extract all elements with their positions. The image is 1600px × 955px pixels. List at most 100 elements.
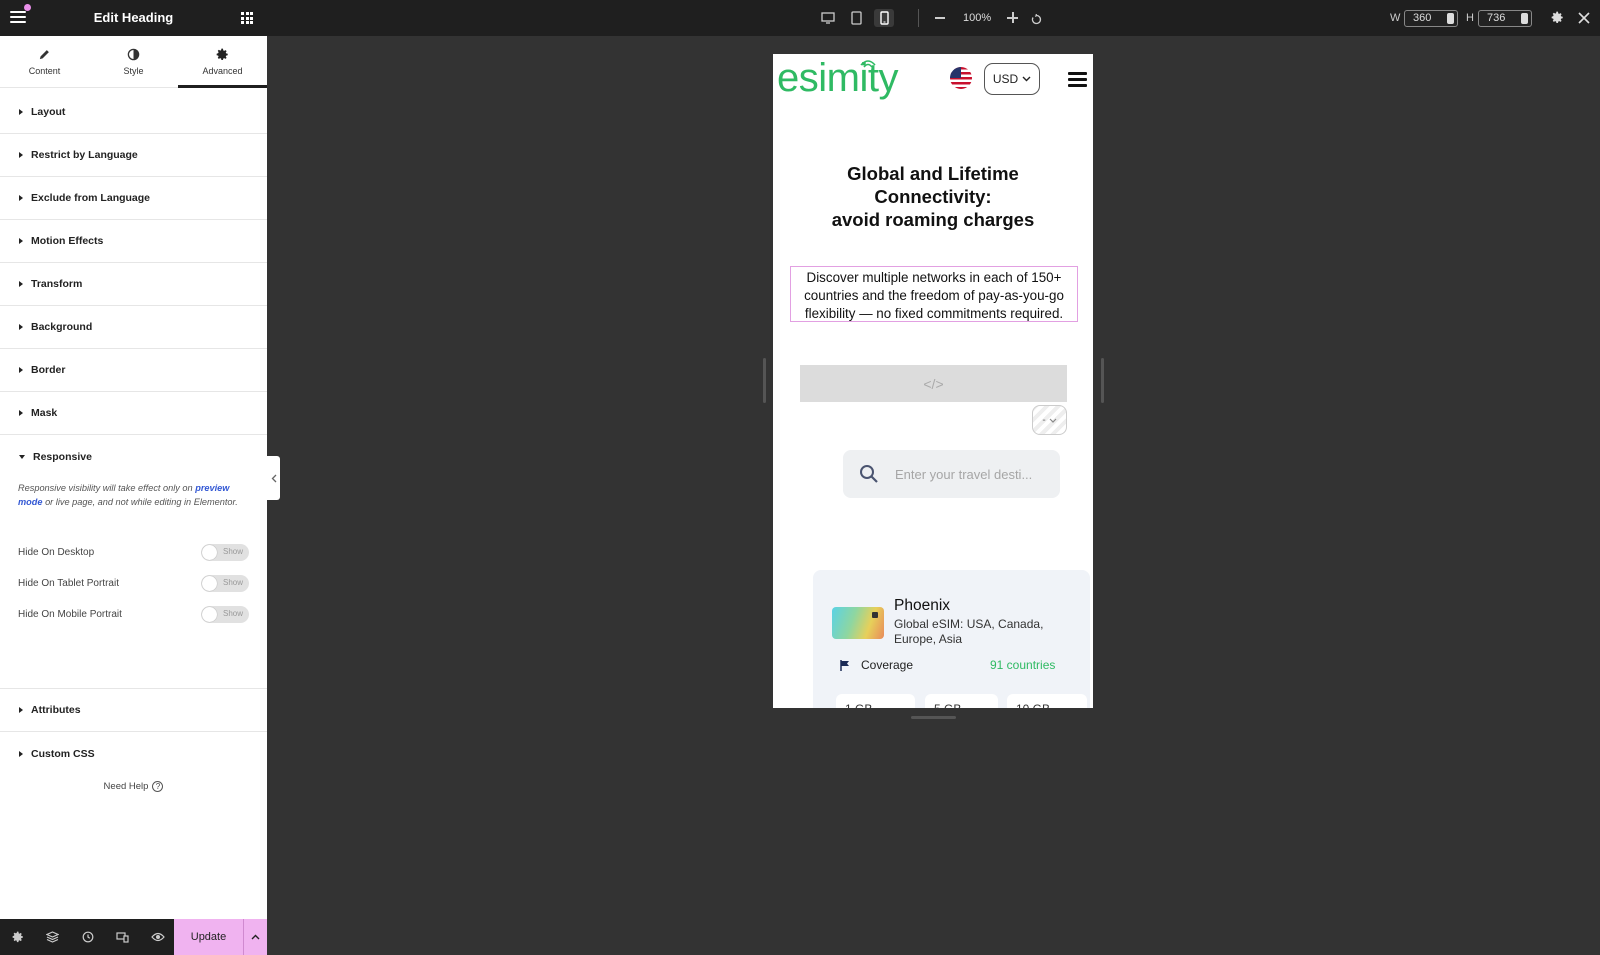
width-input[interactable]: 360 — [1404, 10, 1458, 27]
section-label: Layout — [31, 106, 66, 118]
search-input[interactable] — [895, 466, 1045, 482]
chevron-down-icon — [1022, 76, 1031, 82]
note-text: Responsive visibility will take effect o… — [18, 483, 196, 493]
resize-handle-right[interactable] — [1101, 358, 1104, 403]
reset-zoom-icon[interactable] — [1031, 12, 1042, 25]
section-label: Transform — [31, 278, 83, 290]
tab-content[interactable]: Content — [0, 36, 89, 87]
caret-right-icon — [19, 410, 23, 416]
plan-name: Phoenix — [894, 597, 951, 614]
desktop-icon[interactable] — [818, 9, 838, 27]
destination-search[interactable] — [843, 450, 1060, 498]
tab-advanced[interactable]: Advanced — [178, 36, 267, 88]
settings-gear-icon[interactable] — [1551, 11, 1564, 29]
section-attributes[interactable]: Attributes — [0, 689, 267, 732]
caret-right-icon — [19, 707, 23, 713]
flag-icon — [840, 660, 849, 671]
toggle-label: Hide On Desktop — [18, 546, 95, 558]
section-label: Responsive — [33, 450, 92, 463]
tab-label: Style — [123, 65, 144, 76]
update-options-button[interactable] — [243, 919, 267, 955]
hero-description[interactable]: Discover multiple networks in each of 15… — [790, 266, 1078, 322]
site-settings-gear-icon[interactable] — [0, 919, 35, 955]
caret-right-icon — [19, 750, 23, 757]
currency-select[interactable]: USD — [984, 63, 1040, 95]
section-motion-effects[interactable]: Motion Effects — [0, 220, 267, 263]
panel-tabs: Content Style Advanced — [0, 36, 267, 88]
switch-state: Show — [222, 608, 243, 618]
panel-title: Edit Heading — [93, 10, 174, 25]
section-layout[interactable]: Layout — [0, 91, 267, 134]
pencil-icon — [39, 49, 49, 59]
preview-eye-icon[interactable] — [140, 919, 175, 955]
site-logo[interactable]: esimity — [777, 56, 898, 101]
device-switcher — [818, 9, 894, 27]
plan-card[interactable]: Phoenix Global eSIM: USA, Canada, Europe… — [813, 570, 1090, 708]
section-exclude-language[interactable]: Exclude from Language — [0, 177, 267, 220]
hide-tablet-switch[interactable]: Show — [201, 574, 249, 592]
section-restrict-language[interactable]: Restrict by Language — [0, 134, 267, 177]
hamburger-menu-icon[interactable] — [1068, 72, 1087, 87]
section-label: Background — [31, 321, 93, 333]
caret-right-icon — [19, 109, 23, 115]
section-transform[interactable]: Transform — [0, 263, 267, 306]
height-value: 736 — [1487, 12, 1506, 24]
hide-mobile-switch[interactable]: Show — [201, 605, 249, 623]
width-value: 360 — [1413, 12, 1432, 24]
height-input[interactable]: 736 — [1478, 10, 1532, 27]
close-icon[interactable] — [1578, 11, 1590, 29]
panel-header: Edit Heading — [0, 0, 267, 36]
note-text: or live page, and not while editing in E… — [42, 496, 238, 507]
zoom-out-icon[interactable] — [935, 17, 945, 19]
section-border[interactable]: Border — [0, 349, 267, 392]
resize-handle-left[interactable] — [763, 358, 766, 403]
section-mask[interactable]: Mask — [0, 392, 267, 435]
coverage-value: 91 countries — [990, 658, 1056, 672]
width-stepper[interactable] — [1447, 13, 1454, 24]
code-icon: </> — [923, 375, 944, 392]
help-icon: ? — [152, 781, 164, 792]
html-widget-placeholder[interactable]: </> — [800, 365, 1067, 402]
height-stepper[interactable] — [1521, 13, 1528, 24]
section-label: Motion Effects — [31, 235, 104, 247]
resize-handle-bottom[interactable] — [911, 716, 956, 719]
section-label: Restrict by Language — [31, 149, 138, 161]
mobile-icon[interactable] — [874, 9, 894, 27]
update-button[interactable]: Update — [174, 919, 243, 955]
section-responsive[interactable]: Responsive — [0, 435, 267, 478]
collapse-panel-button[interactable] — [267, 456, 280, 500]
history-icon[interactable] — [70, 919, 105, 955]
esim-card-image — [832, 607, 884, 639]
widgets-grid-icon[interactable] — [241, 12, 253, 24]
hide-desktop-switch[interactable]: Show — [201, 543, 249, 561]
section-custom-css[interactable]: Custom CSS — [0, 732, 267, 775]
search-icon — [860, 465, 878, 483]
mini-dropdown[interactable]: - — [1032, 405, 1067, 435]
caret-right-icon — [19, 324, 23, 330]
heading-line: Connectivity: — [874, 186, 992, 207]
panel-footer: Update — [0, 919, 267, 955]
switch-state: Show — [222, 577, 243, 587]
responsive-note: Responsive visibility will take effect o… — [18, 482, 249, 509]
toggle-hide-mobile: Hide On Mobile Portrait Show — [18, 604, 249, 624]
plan-subtitle: Global eSIM: USA, Canada, Europe, Asia — [894, 617, 1044, 646]
layers-icon[interactable] — [35, 919, 70, 955]
toggle-hide-tablet: Hide On Tablet Portrait Show — [18, 573, 249, 593]
section-background[interactable]: Background — [0, 306, 267, 349]
tab-style[interactable]: Style — [89, 36, 178, 87]
plan-option-5gb[interactable]: 5 GB — [925, 694, 998, 708]
plan-option-10gb[interactable]: 10 GB — [1007, 694, 1087, 708]
us-flag-icon[interactable] — [950, 67, 972, 89]
zoom-in-icon[interactable] — [1007, 12, 1018, 23]
need-help-link[interactable]: Need Help? — [0, 781, 267, 792]
responsive-mode-icon[interactable] — [105, 919, 140, 955]
chevron-left-icon — [271, 474, 276, 482]
heading-line: Global and Lifetime — [847, 163, 1019, 184]
tablet-icon[interactable] — [846, 9, 866, 27]
caret-right-icon — [19, 281, 23, 287]
hero-heading[interactable]: Global and Lifetime Connectivity: avoid … — [783, 162, 1083, 231]
caret-down-icon — [19, 454, 25, 459]
gear-icon — [216, 48, 228, 60]
plan-option-1gb[interactable]: 1 GB — [836, 694, 915, 708]
mini-dropdown-value: - — [1042, 414, 1046, 426]
